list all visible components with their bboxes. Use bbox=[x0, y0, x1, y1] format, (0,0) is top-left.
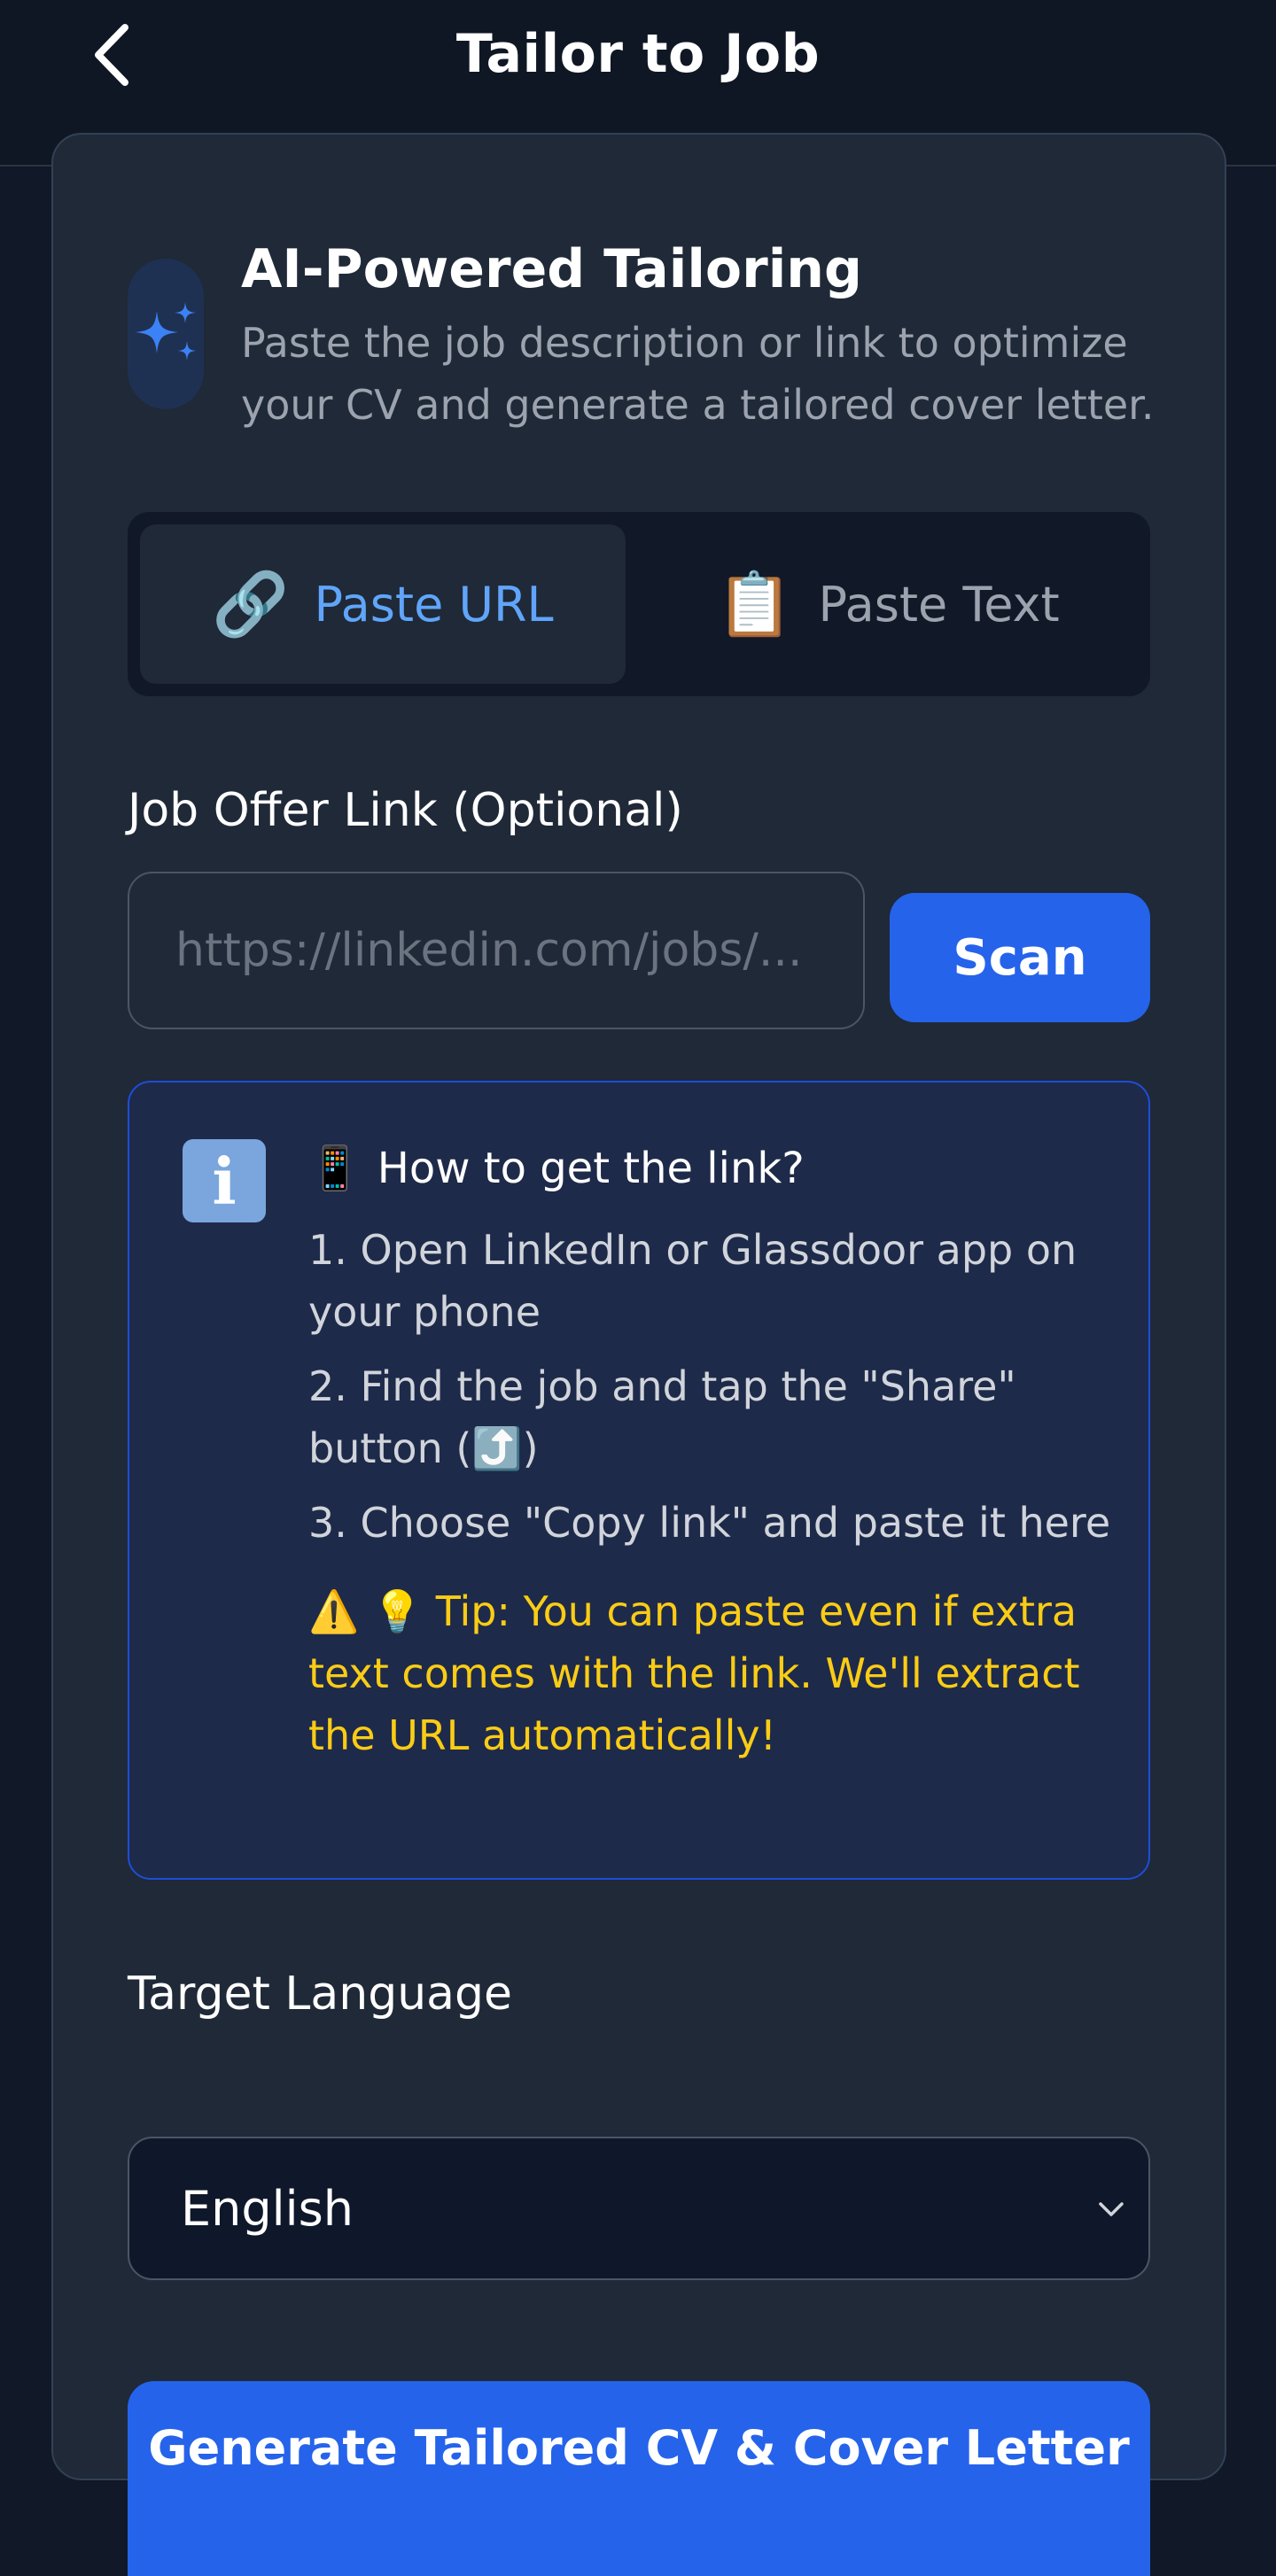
help-tip: ⚠️ 💡 Tip: You can paste even if extra te… bbox=[308, 1587, 1080, 1759]
input-mode-toggle: 🔗 Paste URL 📋 Paste Text bbox=[128, 512, 1150, 696]
tab-paste-url[interactable]: 🔗 Paste URL bbox=[140, 524, 626, 684]
help-heading: 📱 How to get the link? bbox=[308, 1137, 1115, 1199]
phone-icon: 📱 bbox=[308, 1144, 362, 1193]
help-step: 1. Open LinkedIn or Glassdoor app on you… bbox=[308, 1226, 1078, 1336]
page-title: Tailor to Job bbox=[455, 23, 821, 85]
section-title: AI-Powered Tailoring bbox=[241, 238, 862, 300]
tab-label: Paste URL bbox=[314, 576, 554, 632]
target-language-label: Target Language bbox=[128, 1967, 513, 2021]
help-heading-text: How to get the link? bbox=[377, 1144, 805, 1193]
job-url-input[interactable] bbox=[128, 872, 865, 1029]
scan-button[interactable]: Scan bbox=[890, 893, 1150, 1022]
tailor-card: AI-Powered Tailoring Paste the job descr… bbox=[51, 133, 1226, 2576]
info-icon: i bbox=[183, 1139, 266, 1222]
clipboard-icon: 📋 bbox=[716, 568, 794, 640]
help-content: 📱 How to get the link? 1. Open LinkedIn … bbox=[308, 1137, 1115, 1766]
help-step: 3. Choose "Copy link" and paste it here bbox=[308, 1499, 1111, 1547]
tab-label: Paste Text bbox=[818, 576, 1060, 632]
ai-icon-tile bbox=[128, 259, 204, 409]
help-step: 2. Find the job and tap the "Share" butt… bbox=[308, 1362, 1016, 1472]
job-link-label: Job Offer Link (Optional) bbox=[128, 784, 683, 837]
sparkles-icon bbox=[136, 302, 196, 361]
tab-paste-text[interactable]: 📋 Paste Text bbox=[638, 524, 1138, 684]
link-icon: 🔗 bbox=[212, 568, 290, 640]
chevron-down-icon bbox=[1099, 2202, 1124, 2216]
language-select[interactable]: English bbox=[128, 2137, 1150, 2280]
language-selected-value: English bbox=[181, 2180, 354, 2237]
generate-button[interactable]: Generate Tailored CV & Cover Letter bbox=[128, 2381, 1150, 2576]
section-description: Paste the job description or link to opt… bbox=[241, 319, 1155, 429]
help-box: i 📱 How to get the link? 1. Open LinkedI… bbox=[128, 1081, 1150, 1880]
